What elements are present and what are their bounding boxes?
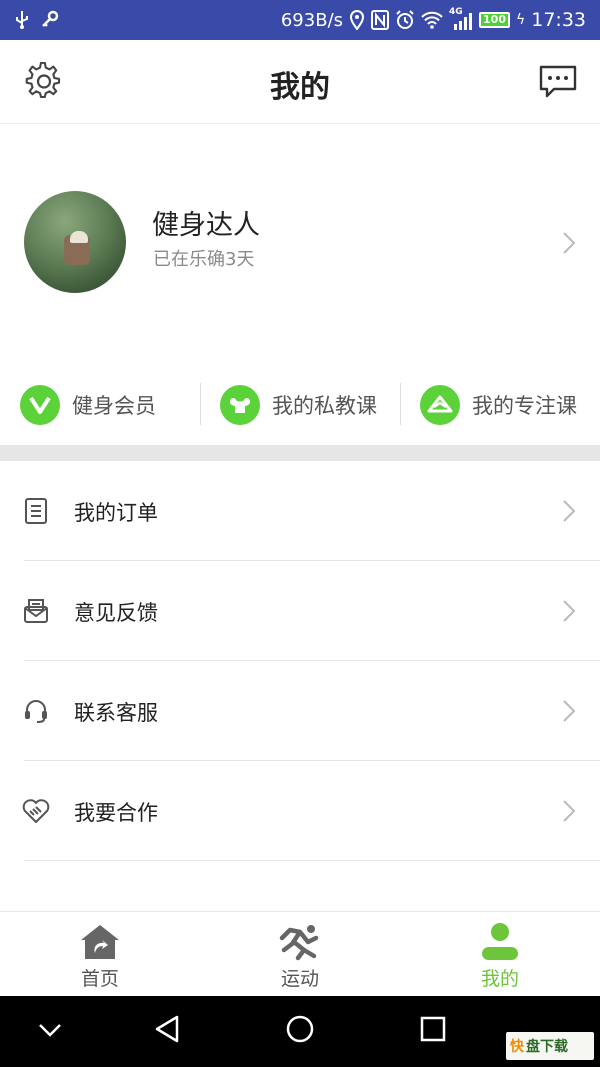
home-circle-icon[interactable] xyxy=(285,1014,315,1044)
focus-icon xyxy=(420,385,460,425)
clock: 17:33 xyxy=(531,9,586,31)
cell-signal-icon: 4G xyxy=(449,7,473,30)
run-icon xyxy=(279,925,319,961)
chevron-right-icon xyxy=(563,600,576,622)
menu-list: 我的订单 意见反馈 联系客服 我要合作 xyxy=(0,461,600,861)
v-badge-icon xyxy=(20,385,60,425)
avatar[interactable] xyxy=(24,191,126,293)
quick-link-label: 我的私教课 xyxy=(272,394,377,418)
app-header: 我的 xyxy=(0,40,600,124)
system-navigation-bar: 快 盘下载 xyxy=(0,996,600,1067)
location-icon xyxy=(350,10,365,30)
watermark-logo: 快 盘下载 xyxy=(506,1032,594,1060)
usb-icon xyxy=(16,11,28,29)
quick-link-label: 我的专注课 xyxy=(472,394,577,418)
tab-mine[interactable]: 我的 xyxy=(400,912,600,997)
bottom-tab-bar: 首页 运动 我的 xyxy=(0,911,600,996)
battery-level: 100 xyxy=(483,13,506,26)
wifi-icon xyxy=(421,11,443,29)
tab-label: 运动 xyxy=(280,968,319,990)
handshake-icon xyxy=(22,799,50,823)
menu-item-label: 联系客服 xyxy=(74,701,158,725)
tab-label: 我的 xyxy=(480,968,519,990)
order-list-icon xyxy=(25,498,47,524)
alarm-icon xyxy=(396,10,414,29)
charging-icon: ϟ xyxy=(515,12,526,28)
message-icon[interactable] xyxy=(538,64,578,100)
menu-item-feedback[interactable]: 意见反馈 xyxy=(0,561,600,661)
watermark-text-2: 盘下载 xyxy=(526,1039,568,1055)
chevron-right-icon xyxy=(563,800,576,822)
chevron-right-icon xyxy=(563,500,576,522)
menu-item-orders[interactable]: 我的订单 xyxy=(0,461,600,561)
home-icon xyxy=(81,925,119,959)
avatar-hat xyxy=(70,231,88,243)
feedback-mail-icon xyxy=(24,599,48,623)
divider xyxy=(400,383,401,425)
battery-icon: 100 xyxy=(479,12,510,28)
headset-icon xyxy=(25,700,47,723)
chevron-down-icon[interactable] xyxy=(38,1022,62,1038)
divider xyxy=(200,383,201,425)
menu-item-label: 我要合作 xyxy=(74,801,158,825)
quick-link-private-class[interactable]: 我的私教课 xyxy=(220,383,377,427)
profile-card[interactable]: 健身达人 已在乐确3天 xyxy=(0,125,600,365)
user-name: 健身达人 xyxy=(152,210,260,241)
member-days: 已在乐确3天 xyxy=(153,249,255,270)
tab-home[interactable]: 首页 xyxy=(0,912,200,997)
page-title: 我的 xyxy=(270,70,330,105)
nfc-icon xyxy=(371,10,390,30)
menu-item-cooperation[interactable]: 我要合作 xyxy=(0,761,600,861)
person-icon xyxy=(482,923,518,960)
status-bar: 693B/s 4G 100 ϟ 17:33 xyxy=(0,0,600,40)
row-divider xyxy=(24,860,600,861)
menu-item-label: 我的订单 xyxy=(74,501,158,525)
quick-link-label: 健身会员 xyxy=(72,394,156,418)
tab-label: 首页 xyxy=(80,968,119,990)
menu-item-customer-service[interactable]: 联系客服 xyxy=(0,661,600,761)
key-icon xyxy=(42,10,59,27)
chevron-right-icon xyxy=(563,700,576,722)
chevron-right-icon xyxy=(563,232,576,254)
quick-link-focus-class[interactable]: 我的专注课 xyxy=(420,383,577,427)
quick-links: 健身会员 我的私教课 我的专注课 xyxy=(0,365,600,445)
net-speed: 693B/s xyxy=(280,9,344,31)
quick-link-membership[interactable]: 健身会员 xyxy=(20,383,156,427)
menu-item-label: 意见反馈 xyxy=(74,601,158,625)
muscle-icon xyxy=(220,385,260,425)
tab-sport[interactable]: 运动 xyxy=(200,912,400,997)
section-divider xyxy=(0,445,600,461)
recents-square-icon[interactable] xyxy=(420,1016,446,1042)
back-triangle-icon[interactable] xyxy=(154,1014,180,1044)
watermark-text-1: 快 xyxy=(510,1039,524,1055)
